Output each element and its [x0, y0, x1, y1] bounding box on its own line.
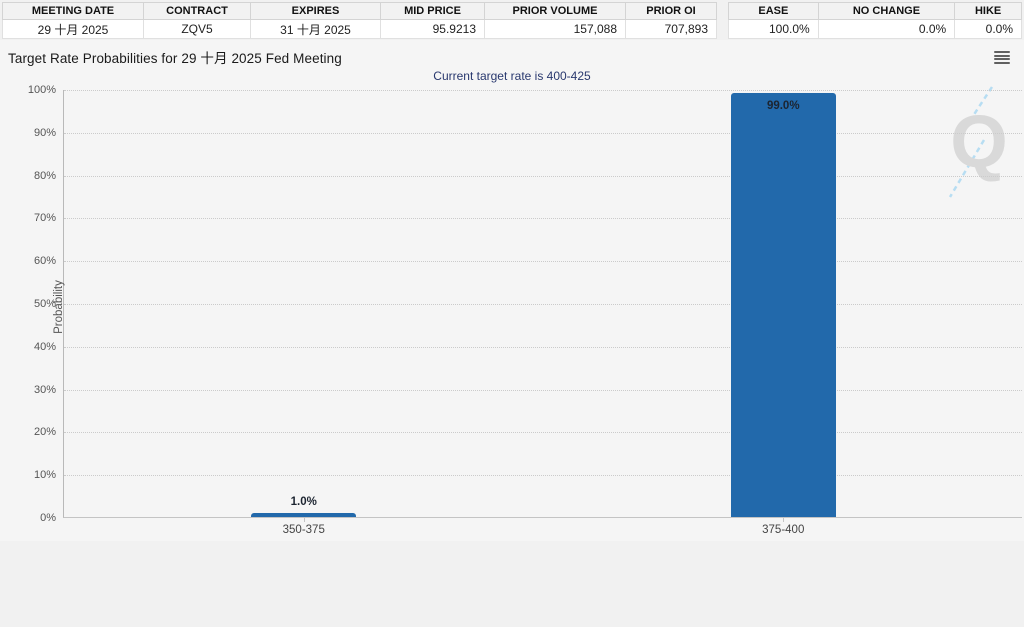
- column-header: CONTRACT: [144, 3, 251, 20]
- column-header: EXPIRES: [251, 3, 381, 20]
- summary-tables: MEETING DATECONTRACTEXPIRESMID PRICEPRIO…: [2, 2, 1022, 39]
- bar-value-label: 1.0%: [224, 496, 384, 508]
- chart-subtitle: Current target rate is 400-425: [0, 69, 1024, 83]
- ease-table-value-row: 100.0%0.0%0.0%: [729, 20, 1022, 39]
- y-tick-label: 70%: [34, 212, 56, 224]
- y-tick-label: 50%: [34, 298, 56, 310]
- column-header: HIKE: [955, 3, 1022, 20]
- ease-table-header-row: EASENO CHANGEHIKE: [729, 3, 1022, 20]
- column-header: PRIOR OI: [626, 3, 717, 20]
- probability-bar[interactable]: [251, 513, 356, 517]
- gridline: [64, 90, 1022, 91]
- cell-value: 707,893: [626, 20, 717, 39]
- gridline: [64, 261, 1022, 262]
- probability-summary-table: EASENO CHANGEHIKE 100.0%0.0%0.0%: [728, 2, 1022, 39]
- contract-table-header-row: MEETING DATECONTRACTEXPIRESMID PRICEPRIO…: [3, 3, 717, 20]
- x-category-label: 375-400: [683, 524, 883, 536]
- cell-value: 0.0%: [818, 20, 954, 39]
- probability-chart: Target Rate Probabilities for 29 十月 2025…: [0, 40, 1024, 541]
- column-header: NO CHANGE: [818, 3, 954, 20]
- cell-value: 100.0%: [729, 20, 819, 39]
- y-tick-label: 90%: [34, 127, 56, 139]
- hamburger-menu-icon[interactable]: [993, 50, 1011, 65]
- y-tick-label: 80%: [34, 170, 56, 182]
- gridline: [64, 176, 1022, 177]
- cell-value: ZQV5: [144, 20, 251, 39]
- probability-bar[interactable]: [731, 93, 836, 517]
- y-tick-label: 10%: [34, 469, 56, 481]
- gridline: [64, 432, 1022, 433]
- cell-value: 157,088: [485, 20, 626, 39]
- cell-value: 0.0%: [955, 20, 1022, 39]
- y-tick-label: 0%: [40, 512, 56, 524]
- gridline: [64, 390, 1022, 391]
- column-header: EASE: [729, 3, 819, 20]
- column-header: MID PRICE: [381, 3, 485, 20]
- contract-info-table: MEETING DATECONTRACTEXPIRESMID PRICEPRIO…: [2, 2, 717, 39]
- x-category-label: 350-375: [204, 524, 404, 536]
- y-tick-label: 30%: [34, 384, 56, 396]
- bar-value-label: 99.0%: [703, 100, 863, 112]
- y-tick-label: 60%: [34, 255, 56, 267]
- y-tick-label: 40%: [34, 341, 56, 353]
- y-tick-label: 20%: [34, 426, 56, 438]
- contract-table-value-row: 29 十月 2025ZQV531 十月 202595.9213157,08870…: [3, 20, 717, 39]
- cell-value: 31 十月 2025: [251, 20, 381, 39]
- column-header: PRIOR VOLUME: [485, 3, 626, 20]
- x-axis-tick: [304, 518, 305, 522]
- plot-area: Probability 0%10%20%30%40%50%60%70%80%90…: [63, 90, 1022, 518]
- column-header: MEETING DATE: [3, 3, 144, 20]
- gridline: [64, 347, 1022, 348]
- y-tick-label: 100%: [28, 84, 56, 96]
- gridline: [64, 475, 1022, 476]
- gridline: [64, 304, 1022, 305]
- cell-value: 95.9213: [381, 20, 485, 39]
- gridline: [64, 133, 1022, 134]
- cell-value: 29 十月 2025: [3, 20, 144, 39]
- x-axis-tick: [783, 518, 784, 522]
- gridline: [64, 218, 1022, 219]
